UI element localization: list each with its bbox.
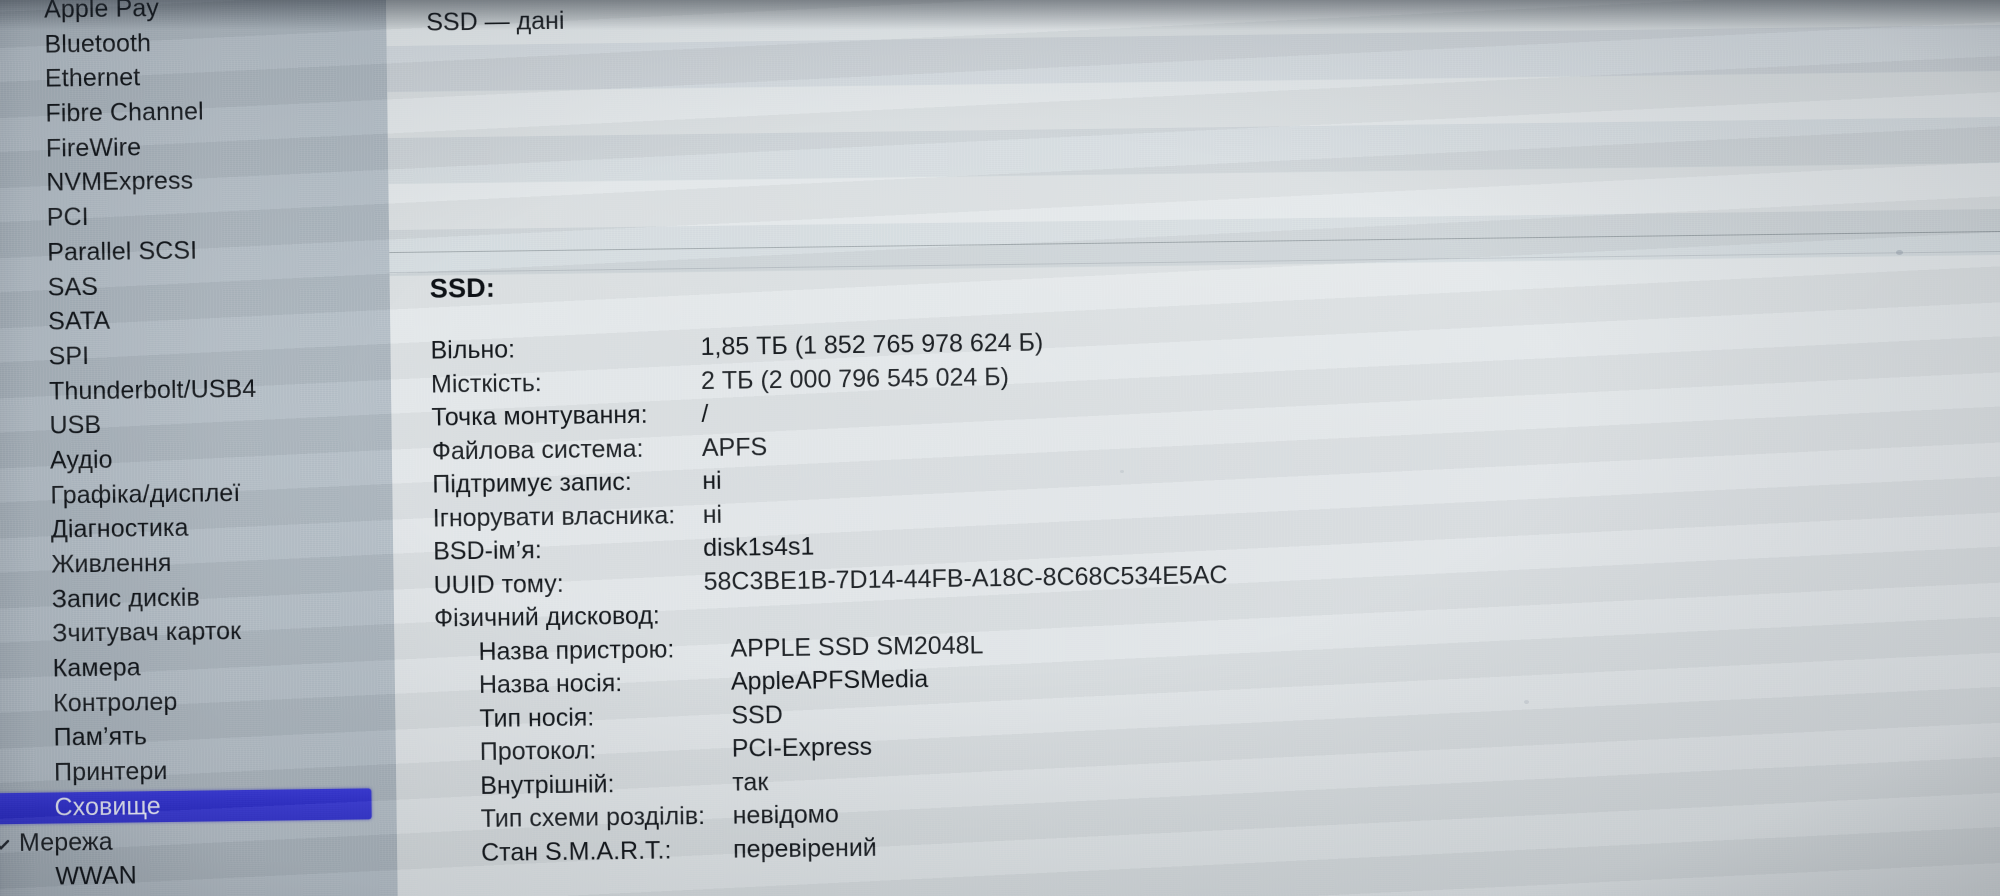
detail-key: Стан S.M.A.R.T.: [480,835,672,867]
sidebar-item-11[interactable]: Thunderbolt/USB4 [0,370,391,410]
sidebar-item-label: Камера [52,653,141,683]
sidebar-item-22[interactable]: Принтери [0,751,396,791]
sidebar-item-label: Запис дисків [51,583,200,614]
detail-key: Внутрішній: [480,769,615,800]
detail-key: Протокол: [479,736,597,766]
sidebar-item-7[interactable]: Parallel SCSI [0,231,389,271]
detail-key: BSD-ім’я: [433,536,542,566]
sidebar-item-label: Thunderbolt/USB4 [48,374,257,406]
sidebar-item-20[interactable]: Контролер [0,682,395,722]
sidebar-item-label: Сховище [54,791,162,822]
content-background: SSDSSD — дані SSD: Вільно:1,85 ТБ (1 852… [385,0,2000,896]
volume-name: SSD — дані [426,6,565,37]
detail-key: Файлова система: [431,434,644,466]
sidebar-item-label: WWAN [55,861,138,891]
sidebar-item-label: Ethernet [44,63,141,93]
sidebar-item-5[interactable]: NVMExpress [0,162,389,202]
sidebar-item-8[interactable]: SAS [0,266,390,306]
details-row-list: Вільно: 1,85 ТБ (1 852 765 978 624 Б) Міст… [390,315,2000,873]
sidebar-item-17[interactable]: Запис дисків [0,578,394,618]
sidebar-item-label: Пам’ять [53,722,148,752]
sidebar-item-label: Bluetooth [44,28,152,59]
content-pane: SSDSSD — дані SSD: Вільно:1,85 ТБ (1 852… [385,0,2000,896]
sidebar-item-label: Принтери [53,757,168,787]
detail-key: Тип схеми розділів: [480,801,706,833]
sidebar-item-label: Зчитувач карток [52,617,242,648]
sidebar-item-23[interactable]: Сховище [0,786,397,826]
sidebar-item-12[interactable]: USB [0,404,392,444]
sidebar-item-label: Мережа [18,827,113,857]
sidebar-item-1[interactable]: Bluetooth [0,23,387,63]
sidebar-item-19[interactable]: Камера [0,647,395,687]
sidebar-item-label: Діагностика [50,514,189,544]
sidebar-item-list: Apple Pay Bluetooth Ethernet Fibre Channel F… [0,0,398,896]
sidebar-item-label: Fibre Channel [45,97,204,128]
screenshot-photo: Apple Pay Bluetooth Ethernet Fibre Channel F… [0,0,2000,896]
sidebar-item-label: SAS [47,272,99,302]
sidebar-item-9[interactable]: SATA [0,300,390,340]
sidebar-item-label: PCI [46,203,89,232]
sidebar: Apple Pay Bluetooth Ethernet Fibre Channel F… [0,0,399,896]
sidebar-item-2[interactable]: Ethernet [0,57,387,97]
system-information-window: Apple Pay Bluetooth Ethernet Fibre Channel F… [0,0,2000,896]
details-panel: SSD: Вільно: 1,85 ТБ (1 852 765 978 624 Б… [390,252,2000,873]
sidebar-item-label: Контролер [52,687,178,718]
detail-key: Тип носія: [479,702,595,733]
sidebar-item-label: Графіка/дисплеї [50,478,241,510]
sidebar-item-15[interactable]: Діагностика [0,508,393,548]
sidebar-item-24[interactable]: Мережа [0,821,397,861]
sidebar-item-label: NVMExpress [46,167,194,197]
sidebar-item-label: FireWire [45,133,142,163]
sidebar-item-label: Apple Pay [43,0,160,24]
sidebar-item-6[interactable]: PCI [0,196,389,236]
sidebar-item-label: SPI [48,341,90,371]
sidebar-item-25[interactable]: WWAN [0,855,398,895]
sidebar-item-4[interactable]: FireWire [0,127,388,167]
sidebar-item-3[interactable]: Fibre Channel [0,92,388,132]
sidebar-item-16[interactable]: Живлення [0,543,394,583]
sidebar-item-13[interactable]: Аудіо [0,439,392,479]
detail-key: Назва пристрою: [478,634,675,666]
sidebar-item-18[interactable]: Зчитувач карток [0,612,394,652]
sidebar-item-label: SATA [47,306,111,336]
detail-key: Ігнорувати власника: [432,500,676,533]
sidebar-item-14[interactable]: Графіка/дисплеї [0,474,393,514]
detail-key: Підтримує запис: [432,467,632,499]
sidebar-item-label: Живлення [51,548,172,579]
detail-key: Точка монтування: [431,400,648,432]
sidebar-item-label: Аудіо [49,445,113,475]
sidebar-item-21[interactable]: Пам’ять [0,716,396,756]
sidebar-item-label: USB [49,411,102,440]
detail-key: UUID тому: [433,569,564,600]
detail-key: Вільно: [430,335,516,365]
detail-key: Назва носія: [478,669,623,699]
detail-key: Фізичний дисковод: [433,601,661,633]
sidebar-item-label: Parallel SCSI [47,236,198,267]
detail-key: Місткість: [430,368,542,399]
sidebar-item-10[interactable]: SPI [0,335,391,375]
